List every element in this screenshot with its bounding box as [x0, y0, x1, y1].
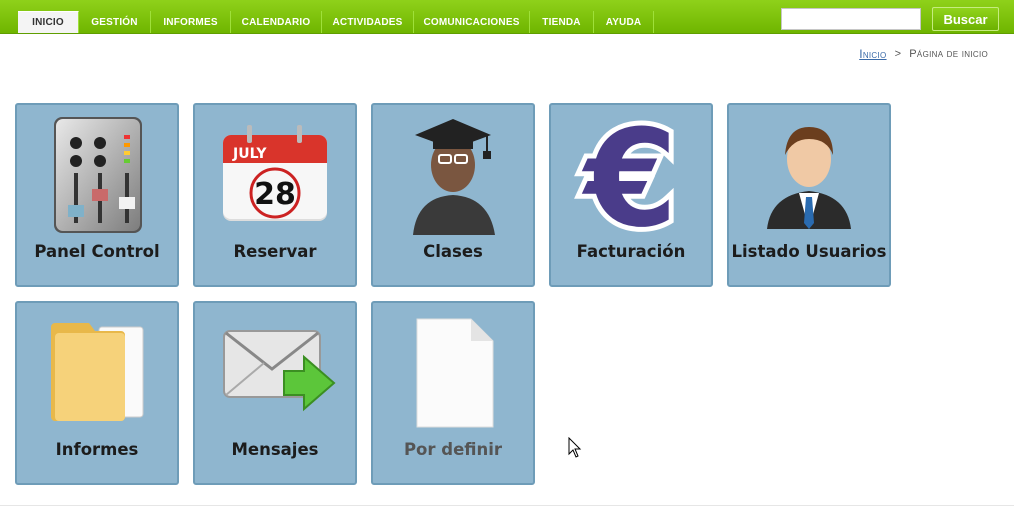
tile-clases[interactable]: Clases [371, 103, 535, 287]
mixer-panel-icon [54, 117, 142, 233]
graduate-icon [413, 119, 495, 235]
tile-label: Mensajes [231, 440, 319, 459]
calendar-day-text: 28 [254, 177, 296, 212]
tile-label: Panel Control [34, 242, 160, 261]
breadcrumb-home-link[interactable]: Inicio [859, 47, 886, 61]
tab-informes[interactable]: INFORMES [151, 11, 231, 33]
top-navigation-bar: INICIO GESTIÓN INFORMES CALENDARIO ACTIV… [0, 0, 1014, 34]
tile-mensajes[interactable]: Mensajes [193, 301, 357, 485]
search-button[interactable]: Buscar [932, 7, 999, 31]
footer-divider [0, 505, 1014, 506]
tab-tienda[interactable]: TIENDA [530, 11, 594, 33]
tab-comunicaciones[interactable]: COMUNICACIONES [414, 11, 530, 33]
mail-icon [223, 330, 336, 412]
tab-ayuda[interactable]: AYUDA [594, 11, 654, 33]
user-icon [767, 127, 851, 229]
search-input[interactable] [781, 8, 921, 30]
folder-icon [51, 323, 144, 421]
tile-informes[interactable]: Informes [15, 301, 179, 485]
tab-inicio[interactable]: INICIO [18, 11, 79, 33]
euro-icon: € € [576, 111, 682, 235]
tile-listado-usuarios[interactable]: Listado Usuarios [727, 103, 891, 287]
tile-label: Reservar [233, 242, 317, 261]
tile-panel-control[interactable]: Panel Control [15, 103, 179, 287]
mouse-pointer-icon [568, 437, 582, 458]
tile-reservar[interactable]: JULY 28 Reservar [193, 103, 357, 287]
calendar-month-text: JULY [232, 146, 267, 162]
tile-label: Listado Usuarios [731, 242, 887, 261]
breadcrumb-current: Página de inicio [909, 48, 988, 60]
calendar-icon: JULY 28 [223, 125, 327, 221]
svg-text:€: € [581, 111, 677, 235]
main-tabs: INICIO GESTIÓN INFORMES CALENDARIO ACTIV… [18, 11, 654, 33]
tile-label: Facturación [576, 242, 686, 261]
tab-calendario[interactable]: CALENDARIO [231, 11, 322, 33]
tile-label: Por definir [403, 440, 503, 459]
tile-label: Clases [423, 242, 483, 261]
tile-facturacion[interactable]: € € Facturación [549, 103, 713, 287]
tile-por-definir[interactable]: Por definir [371, 301, 535, 485]
tab-gestion[interactable]: GESTIÓN [79, 11, 151, 33]
breadcrumb-separator: > [894, 48, 902, 60]
blank-document-icon [416, 318, 494, 428]
tab-actividades[interactable]: ACTIVIDADES [322, 11, 414, 33]
tile-label: Informes [55, 440, 139, 459]
breadcrumb: Inicio > Página de inicio [859, 47, 988, 61]
